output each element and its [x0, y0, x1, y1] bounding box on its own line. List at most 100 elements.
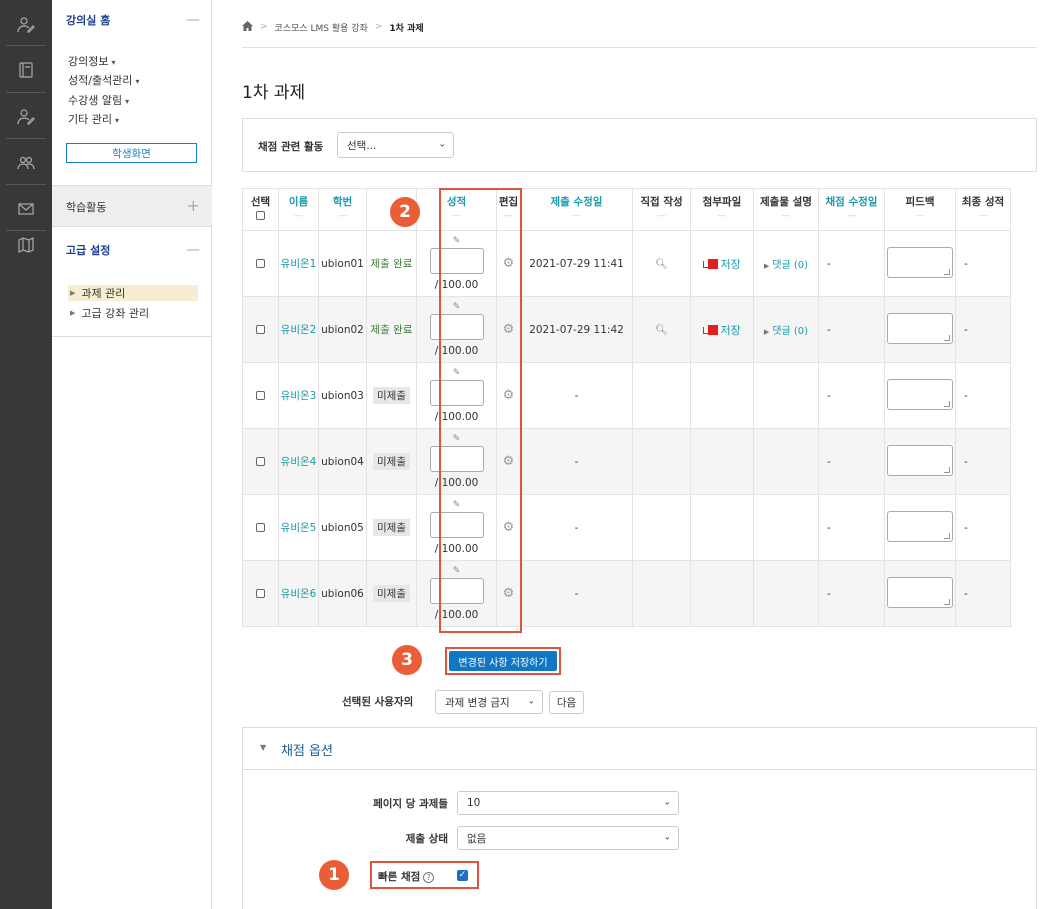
- comment-toggle[interactable]: ▶ 댓글 (0): [764, 326, 808, 337]
- triangle-right-icon: ▶: [763, 262, 770, 270]
- select-all-checkbox[interactable]: [256, 210, 265, 220]
- save-changes-button[interactable]: 변경된 사항 저장하기: [449, 651, 557, 671]
- course-home-title: 강의실 홈: [66, 14, 111, 27]
- student-name-link[interactable]: 유비온2: [281, 324, 317, 336]
- per-page-select[interactable]: 10 ⌄: [457, 791, 679, 815]
- caret-down-icon: ▾: [111, 58, 116, 67]
- help-icon[interactable]: ?: [423, 871, 435, 883]
- status-badge: 미제출: [373, 585, 410, 602]
- sidebar-link-notices[interactable]: 수강생 알림 ▾: [68, 92, 129, 108]
- sidebar-item-assignment-manage[interactable]: ▶ 과제 관리: [68, 285, 198, 301]
- sidebar-item-advanced-course[interactable]: ▶ 고급 강좌 관리: [68, 305, 198, 321]
- student-name-link[interactable]: 유비온3: [281, 390, 317, 402]
- home-icon[interactable]: [242, 20, 253, 34]
- row-select-checkbox[interactable]: [256, 391, 265, 400]
- col-modified[interactable]: 제출 수정일 —: [520, 188, 633, 231]
- row-select-checkbox[interactable]: [256, 325, 265, 334]
- col-desc: 제출물 설명 —: [753, 188, 819, 231]
- row-select-checkbox[interactable]: [256, 259, 265, 268]
- submission-modified: -: [520, 362, 633, 429]
- status-badge: 제출 완료: [370, 324, 413, 336]
- bulk-next-button[interactable]: 다음: [549, 691, 584, 714]
- chevron-down-icon: ⌄: [663, 797, 671, 808]
- feedback-textarea[interactable]: [887, 378, 953, 410]
- book-icon[interactable]: [0, 45, 52, 95]
- status-filter-select[interactable]: 없음 ⌄: [457, 826, 679, 850]
- final-grade: -: [955, 560, 1011, 627]
- collapse-icon[interactable]: —: [186, 12, 200, 28]
- feedback-textarea[interactable]: [887, 312, 953, 344]
- sidebar-link-course-info[interactable]: 강의정보 ▾: [68, 53, 116, 69]
- annotation-badge-1: 1: [319, 860, 349, 890]
- submission-modified: 2021-07-29 11:41: [520, 230, 633, 297]
- file-link[interactable]: 저장: [721, 258, 741, 271]
- col-name[interactable]: 이름 —: [278, 188, 319, 231]
- col-id[interactable]: 학번 —: [318, 188, 367, 231]
- course-home-header[interactable]: 강의실 홈 —: [52, 10, 212, 30]
- page-title: 1차 과제: [242, 83, 306, 103]
- sidebar-link-grades[interactable]: 성적/출석관리 ▾: [68, 72, 139, 88]
- breadcrumb: > 코스모스 LMS 활용 강좌 > 1차 과제: [242, 20, 424, 34]
- table-row: 유비온6 ubion06 미제출 ✎/ 100.00 ⚙ - - -: [242, 560, 1011, 627]
- annotation-badge-3: 3: [392, 645, 422, 675]
- advanced-header[interactable]: 고급 설정 —: [52, 240, 212, 260]
- expand-icon[interactable]: +: [187, 196, 200, 215]
- per-page-label: 페이지 당 과제들: [373, 798, 448, 810]
- quick-grading-label: 빠른 채점?: [378, 869, 435, 884]
- student-name-link[interactable]: 유비온5: [281, 522, 317, 534]
- feedback-textarea[interactable]: [887, 246, 953, 278]
- chevron-down-icon: ⌄: [438, 139, 446, 150]
- col-direct: 직접 작성 —: [632, 188, 691, 231]
- grading-options-header[interactable]: ▼ 채점 옵션: [243, 728, 1036, 770]
- quick-grading-checkbox[interactable]: ✓: [457, 870, 468, 881]
- triangle-right-icon: ▶: [763, 328, 770, 336]
- status-filter-label: 제출 상태: [405, 833, 448, 845]
- search-icon[interactable]: 🔍︎: [655, 325, 668, 336]
- grading-activity-select[interactable]: 선택... ⌄: [337, 132, 454, 158]
- feedback-textarea[interactable]: [887, 576, 953, 608]
- breadcrumb-current: 1차 과제: [389, 23, 424, 34]
- feedback-textarea[interactable]: [887, 510, 953, 542]
- student-view-button[interactable]: 학생화면: [66, 143, 197, 163]
- bulk-action-label: 선택된 사용자의: [342, 696, 414, 708]
- caret-down-icon: ▾: [114, 116, 119, 125]
- map-icon[interactable]: [0, 220, 52, 270]
- student-name-link[interactable]: 유비온6: [281, 588, 317, 600]
- table-row: 유비온5 ubion05 미제출 ✎/ 100.00 ⚙ - - -: [242, 494, 1011, 561]
- col-feedback: 피드백 —: [884, 188, 956, 231]
- collapse-icon[interactable]: —: [186, 242, 200, 258]
- comment-toggle[interactable]: ▶ 댓글 (0): [764, 260, 808, 271]
- student-id: ubion01: [318, 230, 367, 297]
- annotation-badge-2: 2: [390, 197, 420, 227]
- student-name-link[interactable]: 유비온1: [281, 258, 317, 270]
- feedback-textarea[interactable]: [887, 444, 953, 476]
- row-select-checkbox[interactable]: [256, 589, 265, 598]
- row-select-checkbox[interactable]: [256, 523, 265, 532]
- col-select: 선택: [242, 188, 279, 231]
- user-edit-icon[interactable]: [0, 0, 52, 50]
- pdf-icon: [703, 258, 719, 271]
- row-select-checkbox[interactable]: [256, 457, 265, 466]
- col-file: 첨부파일 —: [690, 188, 754, 231]
- caret-down-icon: ▾: [135, 77, 140, 86]
- user-edit-icon[interactable]: [0, 92, 52, 142]
- student-id: ubion02: [318, 296, 367, 363]
- sidebar-link-etc[interactable]: 기타 관리 ▾: [68, 111, 119, 127]
- student-name-link[interactable]: 유비온4: [281, 456, 317, 468]
- bulk-action-select[interactable]: 과제 변경 금지 ⌄: [435, 690, 543, 714]
- grade-modified: -: [818, 560, 885, 627]
- grade-modified: -: [818, 230, 885, 297]
- file-link[interactable]: 저장: [721, 324, 741, 337]
- search-icon[interactable]: 🔍︎: [655, 259, 668, 270]
- grade-modified: -: [818, 428, 885, 495]
- table-row: 유비온3 ubion03 미제출 ✎/ 100.00 ⚙ - - -: [242, 362, 1011, 429]
- caret-down-icon: ▾: [125, 97, 130, 106]
- col-grade-modified[interactable]: 채점 수정일 —: [818, 188, 885, 231]
- users-icon[interactable]: [0, 138, 52, 188]
- breadcrumb-course[interactable]: 코스모스 LMS 활용 강좌: [275, 21, 368, 34]
- final-grade: -: [955, 362, 1011, 429]
- grading-options-panel: ▼ 채점 옵션 페이지 당 과제들 10 ⌄ 제출 상태 없음 ⌄: [242, 727, 1037, 909]
- submission-modified: -: [520, 428, 633, 495]
- activities-header[interactable]: 학습활동 +: [52, 185, 212, 227]
- status-badge: 제출 완료: [370, 258, 413, 270]
